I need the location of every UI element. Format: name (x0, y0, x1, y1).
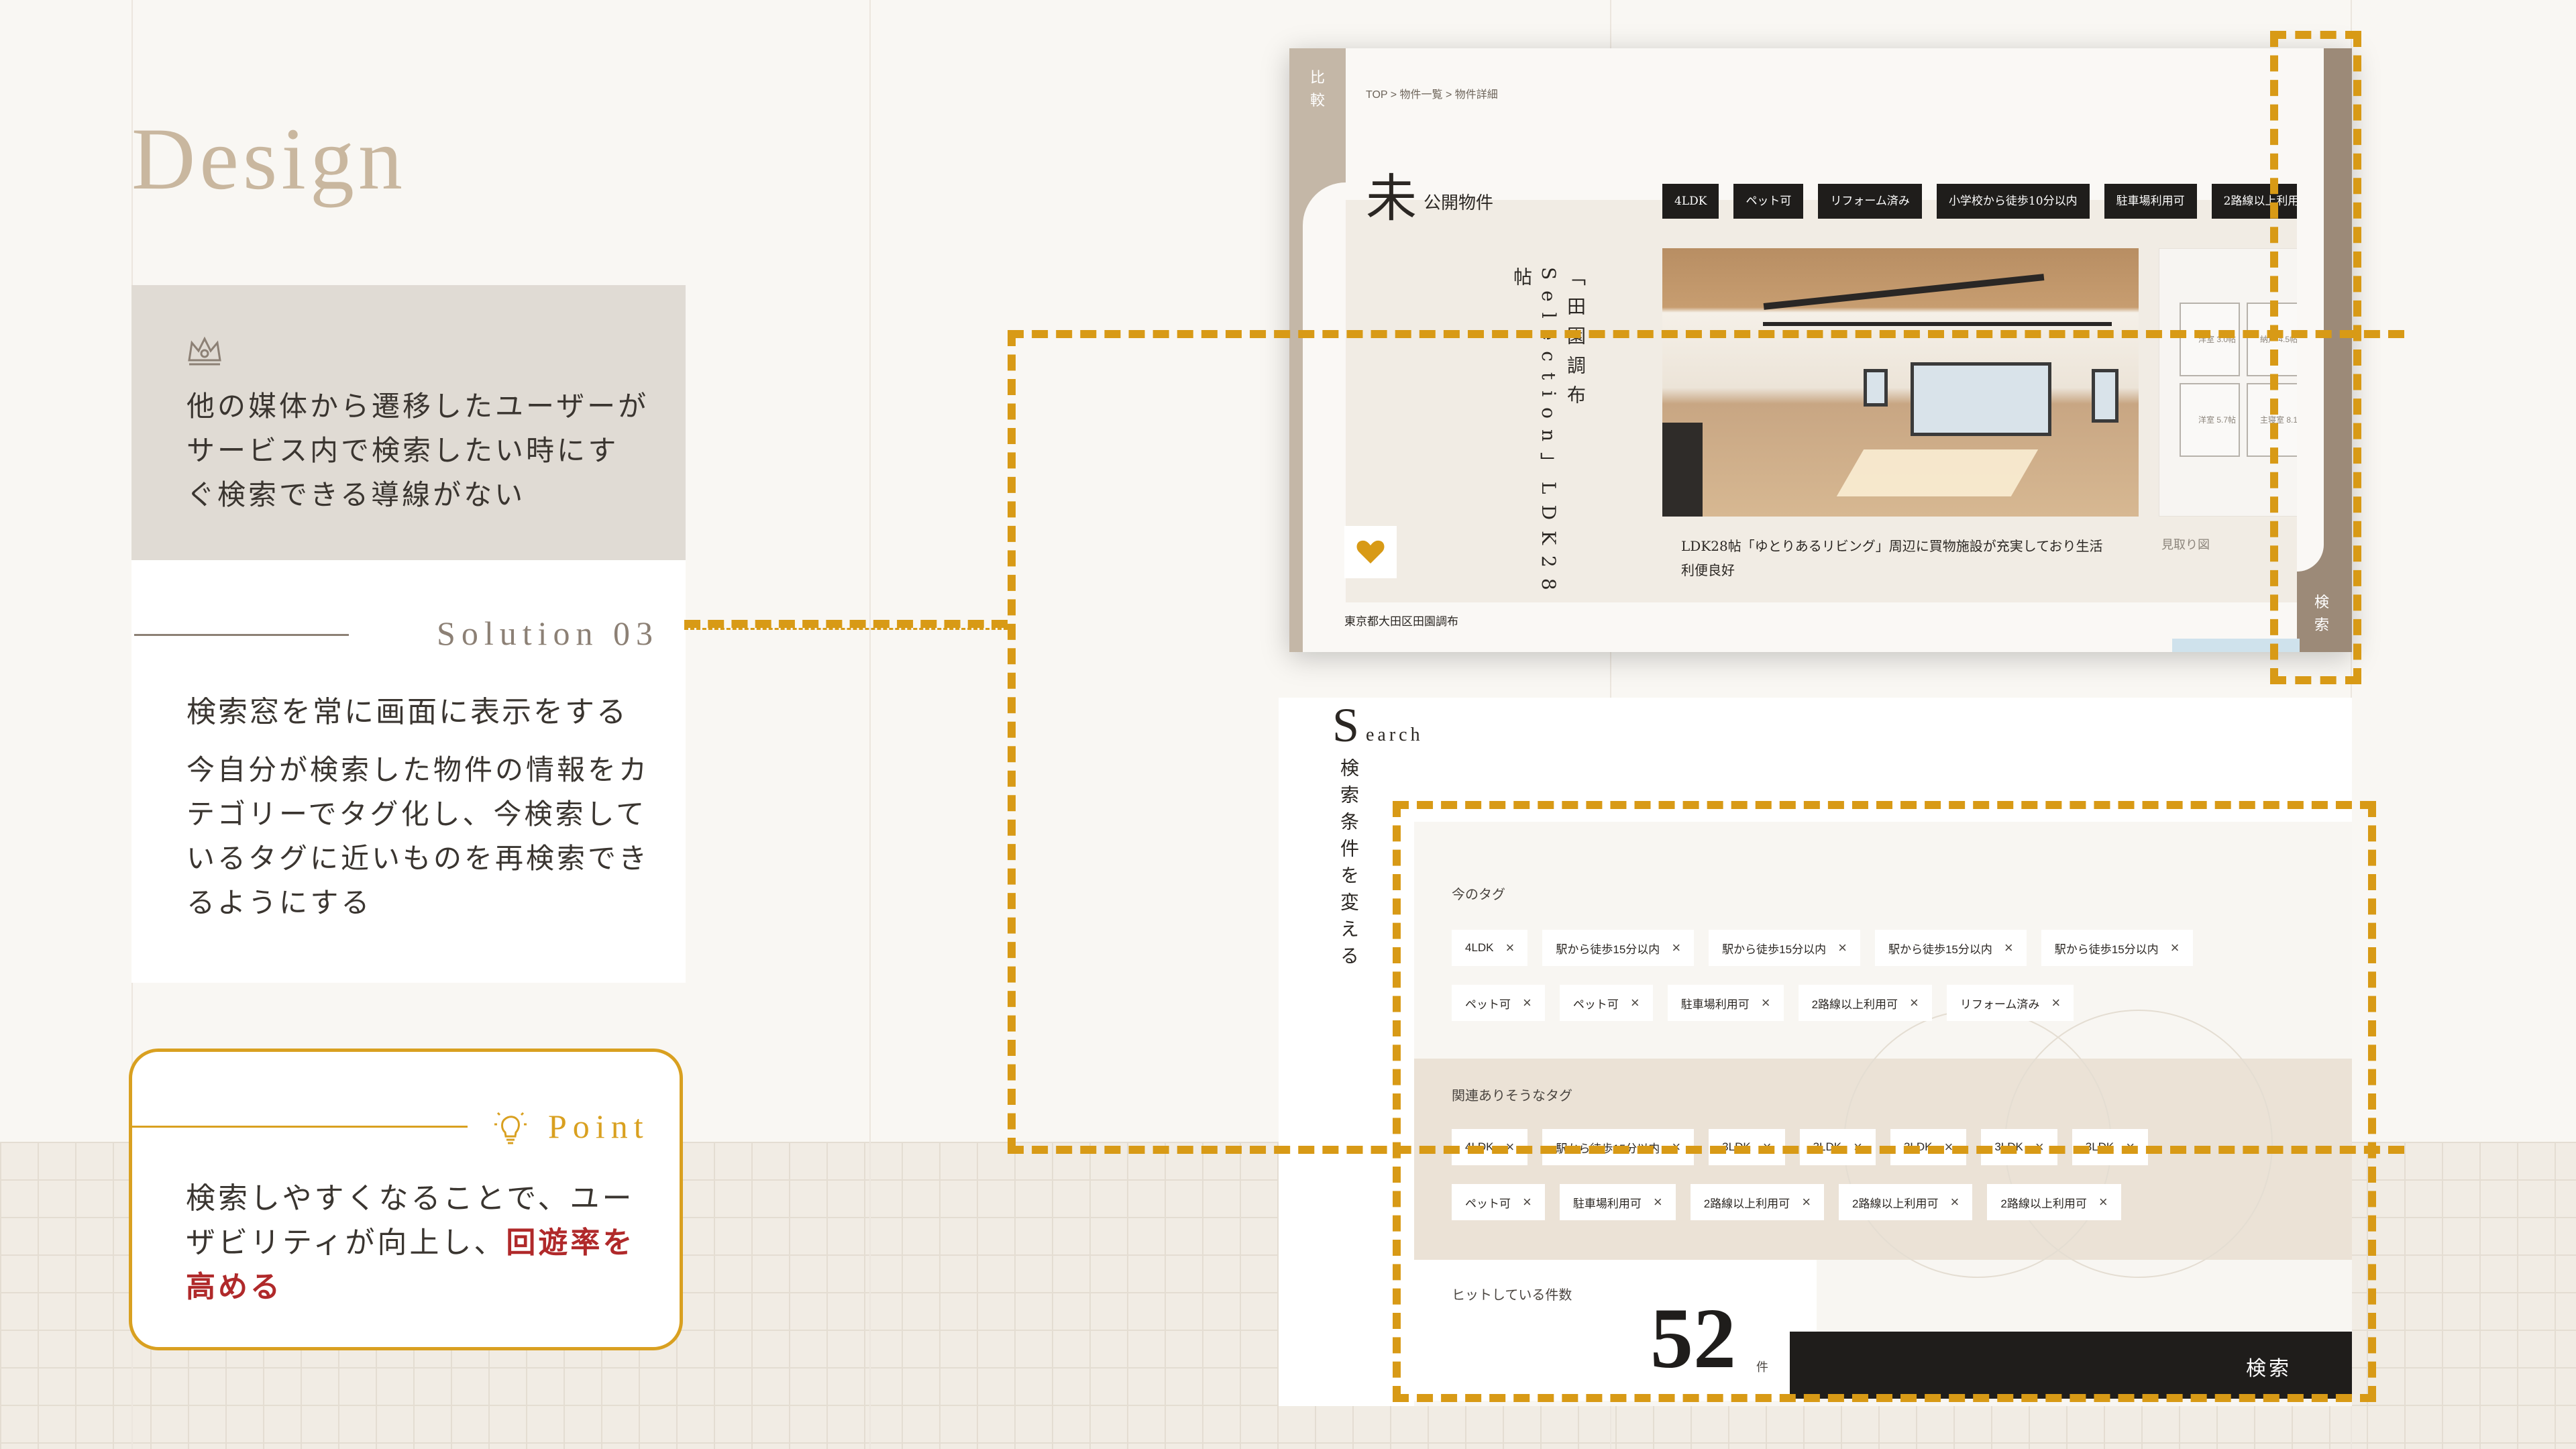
problem-text: 他の媒体から遷移したユーザーがサービス内で検索したい時にすぐ検索できる導線がない (186, 390, 649, 511)
page-title: Design (131, 109, 407, 208)
ceiling-rail (1763, 322, 2112, 326)
compare-label[interactable]: 比較 (1304, 67, 1331, 113)
crown-icon (188, 336, 221, 366)
unreleased-label: 公開物件 (1424, 193, 1494, 213)
ceiling-beam (1763, 274, 2045, 310)
point-card: Point 検索しやすくなることで、ユーザビリティが向上し、回遊率を高める (129, 1049, 683, 1350)
breadcrumb[interactable]: TOP > 物件一覧 > 物件詳細 (1366, 85, 1498, 101)
point-label: Point (548, 1108, 649, 1145)
solution-label: Solution 03 (437, 614, 659, 652)
property-tag[interactable]: ペット可 (1733, 184, 1804, 219)
property-tag[interactable]: リフォーム済み (1818, 184, 1922, 219)
property-tag[interactable]: 小学校から徒歩10分以内 (1936, 184, 2090, 219)
point-text: 検索しやすくなることで、ユーザビリティが向上し、回遊率を高める (186, 1177, 635, 1309)
property-tags: 4LDK ペット可 リフォーム済み 小学校から徒歩10分以内 駐車場利用可 2路… (1662, 184, 2323, 219)
annotation-highlight-panel (1393, 801, 2376, 1402)
annotation-highlight-search (2270, 31, 2361, 684)
solution-card: Solution 03 検索窓を常に画面に表示をする 今自分が検索した物件の情報… (131, 560, 686, 983)
divider (134, 634, 349, 636)
property-tag[interactable]: 駐車場利用可 (2104, 184, 2197, 219)
annotation-connector (684, 620, 1008, 630)
unreleased-mark: 未 (1366, 168, 1417, 228)
divider (132, 1126, 468, 1128)
problem-card: 他の媒体から遷移したユーザーがサービス内で検索したい時にすぐ検索できる導線がない (131, 285, 686, 560)
property-tag[interactable]: 4LDK (1662, 184, 1719, 219)
lightbulb-icon (494, 1111, 527, 1144)
guide-line (869, 0, 871, 1449)
solution-body: 今自分が検索した物件の情報をカテゴリーでタグ化し、今検索しているタグに近いものを… (186, 753, 650, 919)
solution-heading: 検索窓を常に画面に表示をする (186, 695, 628, 729)
